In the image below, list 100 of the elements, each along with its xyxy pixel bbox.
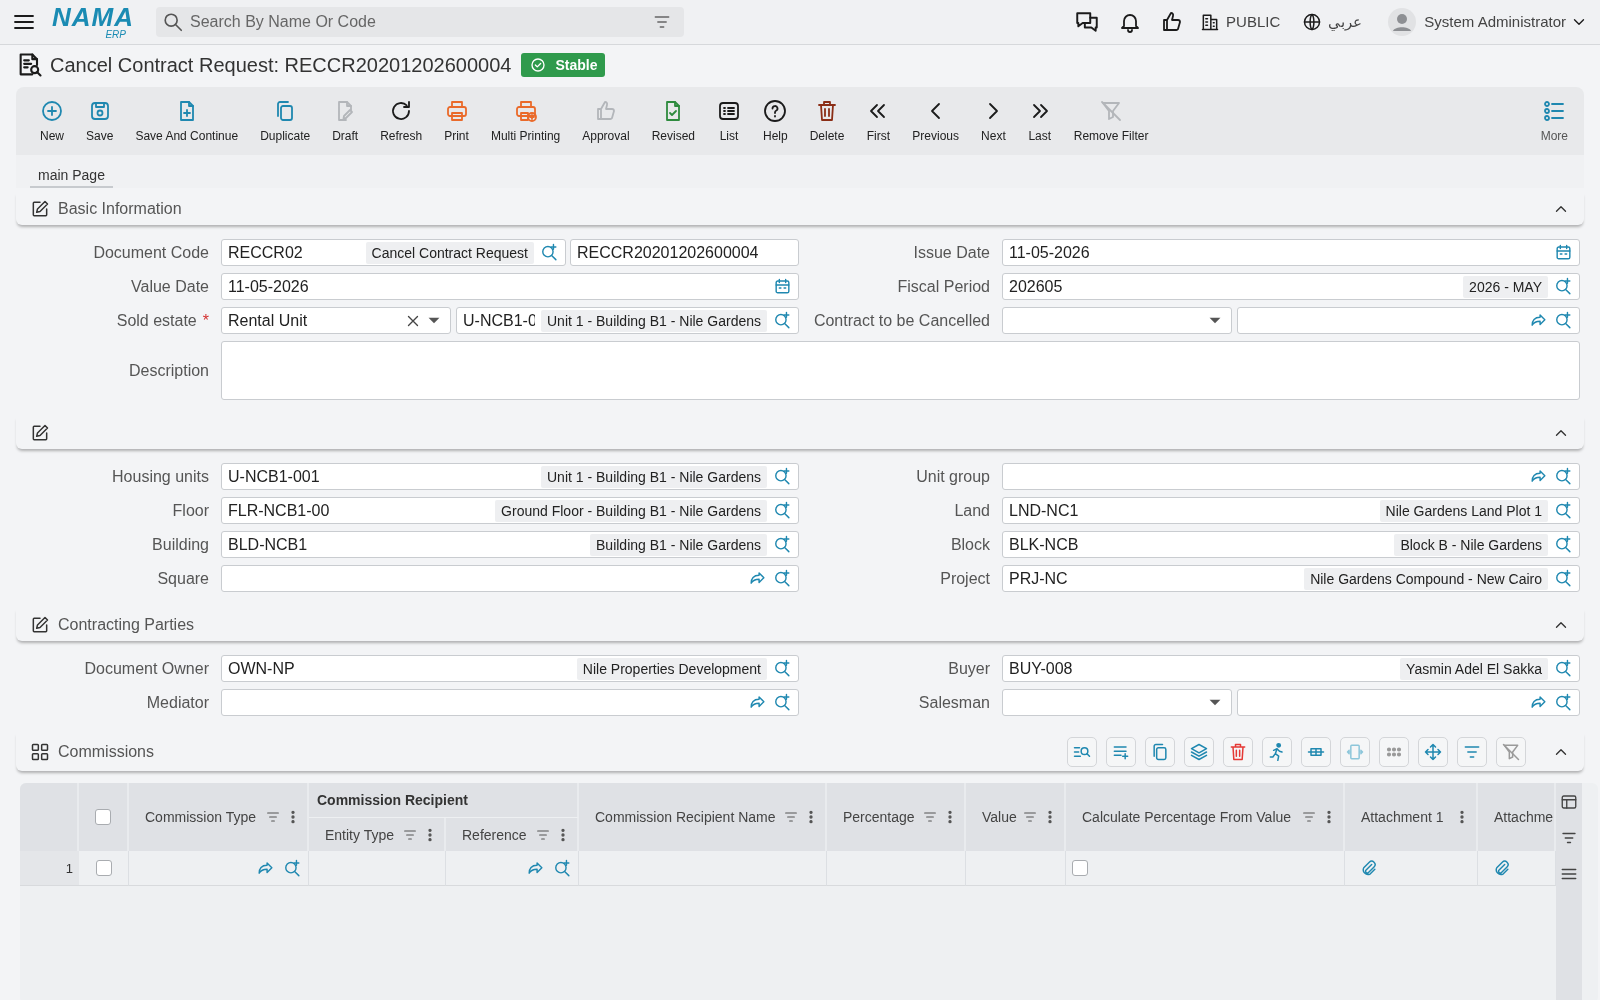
checkbox[interactable] bbox=[95, 809, 111, 825]
search-icon[interactable] bbox=[773, 311, 792, 330]
search-icon[interactable] bbox=[1554, 659, 1573, 678]
select-field[interactable] bbox=[1002, 307, 1232, 334]
first-button[interactable]: First bbox=[858, 95, 899, 147]
date-field[interactable]: 11-05-2026 bbox=[1002, 239, 1580, 266]
column-header[interactable]: Attachment 1 bbox=[1345, 783, 1478, 851]
search-icon[interactable] bbox=[540, 243, 559, 262]
new-button[interactable]: New bbox=[32, 95, 72, 147]
table-icon[interactable] bbox=[1560, 793, 1578, 811]
row-number: 1 bbox=[20, 851, 79, 886]
logo-subtext: ERP bbox=[105, 29, 126, 40]
search-icon[interactable] bbox=[1554, 501, 1573, 520]
checkbox[interactable] bbox=[1072, 860, 1088, 876]
lookup-field[interactable] bbox=[1237, 689, 1580, 716]
previous-button[interactable]: Previous bbox=[904, 95, 968, 147]
copy-button[interactable] bbox=[1145, 736, 1175, 767]
more-button[interactable]: More bbox=[1532, 95, 1576, 147]
search-icon[interactable] bbox=[1554, 467, 1573, 486]
column-header[interactable]: Reference bbox=[446, 818, 579, 851]
calendar-icon[interactable] bbox=[1554, 243, 1573, 262]
next-button[interactable]: Next bbox=[973, 95, 1014, 147]
duplicate-button[interactable]: Duplicate bbox=[252, 95, 319, 147]
filter-off-button[interactable] bbox=[1496, 736, 1526, 767]
search-icon[interactable] bbox=[1554, 693, 1573, 712]
lookup-field[interactable]: BLK-NCB Block B - Nile Gardens bbox=[1002, 531, 1580, 558]
rows-button[interactable] bbox=[1301, 736, 1331, 767]
print-button[interactable]: Print bbox=[436, 95, 477, 147]
column-header[interactable]: Commission Type bbox=[129, 783, 309, 851]
list-button[interactable]: List bbox=[709, 95, 749, 147]
field-label: Project bbox=[940, 569, 990, 588]
save-and-continue-button[interactable]: Save And Continue bbox=[127, 95, 247, 147]
move-button[interactable] bbox=[1418, 736, 1448, 767]
avatar-icon[interactable] bbox=[1388, 7, 1417, 36]
search-icon[interactable] bbox=[1554, 535, 1573, 554]
lookup-field[interactable] bbox=[1002, 463, 1580, 490]
search-field[interactable]: Search By Name Or Code bbox=[156, 6, 684, 37]
branch-label[interactable]: PUBLIC bbox=[1226, 13, 1281, 30]
section-title: Basic Information bbox=[58, 199, 182, 218]
field-label: Contract to be Cancelled bbox=[813, 311, 990, 330]
refresh-button[interactable]: Refresh bbox=[372, 95, 431, 147]
filter-button[interactable] bbox=[1457, 736, 1487, 767]
column-header[interactable]: Attachme bbox=[1478, 783, 1556, 851]
dots-grid-button[interactable] bbox=[1379, 736, 1409, 767]
filter-off-icon bbox=[1501, 741, 1521, 762]
select-field[interactable] bbox=[1002, 689, 1232, 716]
user-name[interactable]: System Administrator bbox=[1424, 13, 1566, 30]
tab[interactable]: main Page bbox=[30, 155, 113, 188]
add-row-button[interactable] bbox=[1106, 736, 1136, 767]
search-icon[interactable] bbox=[773, 501, 792, 520]
search-icon[interactable] bbox=[773, 659, 792, 678]
last-button[interactable]: Last bbox=[1019, 95, 1060, 147]
column-header[interactable]: Percentage bbox=[827, 783, 966, 851]
logo-text: NAMA bbox=[52, 3, 134, 30]
date-field[interactable]: 11-05-2026 bbox=[221, 273, 799, 300]
runner-button[interactable] bbox=[1262, 736, 1292, 767]
search-icon[interactable] bbox=[1554, 311, 1573, 330]
delete-button[interactable]: Delete bbox=[801, 95, 853, 147]
column-header[interactable]: Value bbox=[966, 783, 1066, 851]
section-header[interactable]: Commissions bbox=[16, 732, 1584, 771]
lookup-field[interactable]: FLR-NCB1-00 Ground Floor - Building B1 - Nile Gardens bbox=[221, 497, 799, 524]
select-field[interactable]: Rental Unit bbox=[221, 307, 451, 334]
checkbox[interactable] bbox=[95, 860, 112, 876]
lookup-field[interactable]: U-NCB1-001 Unit 1 - Building B1 - Nile Gardens bbox=[221, 463, 799, 490]
language-link[interactable]: عربي bbox=[1328, 12, 1363, 31]
field-label: Building bbox=[152, 535, 209, 554]
delete-button[interactable] bbox=[1223, 736, 1253, 767]
lookup-field[interactable] bbox=[221, 565, 799, 592]
field-description: 2026 - MAY bbox=[1463, 275, 1548, 298]
lookup-field[interactable]: LND-NC1 Nile Gardens Land Plot 1 bbox=[1002, 497, 1580, 524]
search-icon[interactable] bbox=[773, 467, 792, 486]
help-button[interactable]: Help bbox=[755, 95, 796, 147]
layers-button[interactable] bbox=[1184, 736, 1214, 767]
search-icon[interactable] bbox=[1554, 569, 1573, 588]
lookup-field[interactable]: BUY-008 Yasmin Adel El Sakka bbox=[1002, 655, 1580, 682]
search-icon[interactable] bbox=[773, 693, 792, 712]
globe-icon[interactable] bbox=[1302, 11, 1323, 32]
search-icon[interactable] bbox=[283, 858, 302, 878]
lookup-field[interactable]: OWN-NP Nile Properties Development bbox=[221, 655, 799, 682]
lookup-field[interactable] bbox=[221, 689, 799, 716]
text-field[interactable]: RECCR20201202600004 bbox=[570, 239, 799, 266]
search-icon[interactable] bbox=[553, 858, 572, 878]
section-header[interactable]: Basic Information bbox=[16, 192, 1584, 225]
section-header[interactable]: Contracting Parties bbox=[16, 608, 1584, 641]
search-icon[interactable] bbox=[773, 569, 792, 588]
multi-printing-button[interactable]: Multi Printing bbox=[482, 95, 569, 147]
column-header[interactable]: Calculate Percentage From Value bbox=[1066, 783, 1345, 851]
column-header[interactable]: Entity Type bbox=[309, 818, 446, 851]
lookup-field[interactable]: BLD-NCB1 Building B1 - Nile Gardens bbox=[221, 531, 799, 558]
search-icon[interactable] bbox=[773, 535, 792, 554]
lookup-field[interactable]: RECCR02 Cancel Contract Request bbox=[221, 239, 566, 266]
calendar-icon[interactable] bbox=[773, 277, 792, 296]
revised-button[interactable]: Revised bbox=[643, 95, 703, 147]
lookup-field[interactable]: PRJ-NC Nile Gardens Compound - New Cairo bbox=[1002, 565, 1580, 592]
save-button[interactable]: Save bbox=[78, 95, 122, 147]
lookup-field[interactable]: 202605 2026 - MAY bbox=[1002, 273, 1580, 300]
search-icon[interactable] bbox=[1554, 277, 1573, 296]
lookup-field[interactable] bbox=[1237, 307, 1580, 334]
list-search-button[interactable] bbox=[1067, 736, 1097, 767]
column-header[interactable]: Commission Recipient Name bbox=[579, 783, 827, 851]
